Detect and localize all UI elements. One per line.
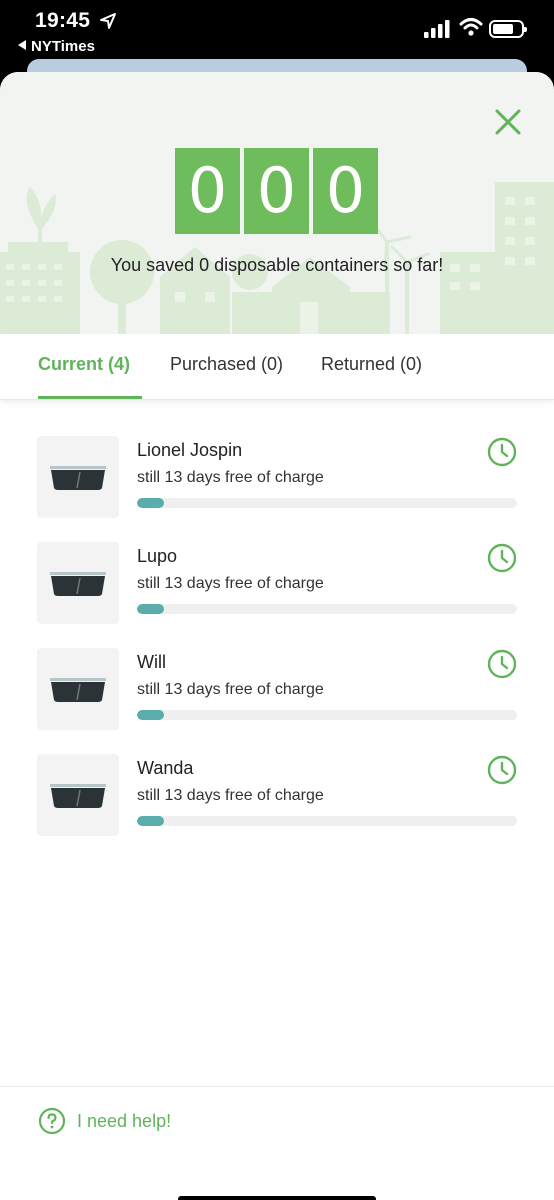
container-thumbnail	[37, 542, 119, 624]
clock-icon	[487, 437, 517, 467]
progress-fill	[137, 710, 164, 720]
battery-icon	[489, 20, 527, 38]
help-button[interactable]: I need help!	[38, 1107, 171, 1135]
free-period-progress	[137, 604, 517, 614]
wifi-icon	[459, 18, 483, 36]
container-icon	[50, 572, 106, 596]
container-name: Will	[137, 652, 166, 672]
clock-icon	[487, 649, 517, 679]
back-to-app-link[interactable]: NYTimes	[18, 38, 95, 55]
status-time: 19:45	[35, 9, 91, 32]
container-icon	[50, 466, 106, 490]
progress-fill	[137, 604, 164, 614]
tab-returned[interactable]: Returned (0)	[321, 354, 422, 375]
back-app-label: NYTimes	[31, 38, 95, 55]
container-status: still 13 days free of charge	[137, 787, 324, 804]
home-indicator[interactable]	[178, 1196, 376, 1200]
free-period-progress	[137, 498, 517, 508]
tab-current[interactable]: Current (4)	[38, 354, 130, 375]
savings-header: 0 0 0 You saved 0 disposable containers …	[0, 72, 554, 334]
container-thumbnail	[37, 648, 119, 730]
container-icon	[50, 784, 106, 808]
list-item[interactable]: Lionel Jospin still 13 days free of char…	[0, 430, 554, 536]
clock-icon	[487, 755, 517, 785]
footer: I need help!	[0, 1086, 554, 1200]
list-item[interactable]: Lupo still 13 days free of charge	[0, 536, 554, 642]
free-period-progress	[137, 710, 517, 720]
progress-fill	[137, 498, 164, 508]
close-icon[interactable]	[492, 106, 524, 138]
container-status: still 13 days free of charge	[137, 469, 324, 486]
active-tab-indicator	[38, 396, 142, 399]
saved-message: You saved 0 disposable containers so far…	[110, 255, 444, 275]
counter-digit: 0	[313, 148, 378, 234]
free-period-progress	[137, 816, 517, 826]
container-name: Lionel Jospin	[137, 440, 243, 460]
container-icon	[50, 678, 106, 702]
container-status: still 13 days free of charge	[137, 681, 324, 698]
containers-sheet: 0 0 0 You saved 0 disposable containers …	[0, 72, 554, 1200]
counter-digit: 0	[244, 148, 309, 234]
back-arrow-icon	[18, 40, 26, 50]
list-item[interactable]: Wanda still 13 days free of charge	[0, 748, 554, 854]
signal-icon	[424, 20, 450, 38]
container-thumbnail	[37, 436, 119, 518]
help-label: I need help!	[77, 1110, 172, 1131]
clock-icon	[487, 543, 517, 573]
container-name: Lupo	[137, 546, 178, 566]
help-circle-icon	[38, 1107, 66, 1135]
location-arrow-icon	[100, 13, 116, 29]
counter-digit: 0	[175, 148, 240, 234]
saved-counter: 0 0 0	[175, 148, 378, 234]
tab-bar: Current (4) Purchased (0) Returned (0)	[0, 334, 554, 400]
tab-purchased[interactable]: Purchased (0)	[170, 354, 283, 375]
container-thumbnail	[37, 754, 119, 836]
container-name: Wanda	[137, 758, 194, 778]
progress-fill	[137, 816, 164, 826]
container-list: Lionel Jospin still 13 days free of char…	[0, 430, 554, 854]
list-item[interactable]: Will still 13 days free of charge	[0, 642, 554, 748]
container-status: still 13 days free of charge	[137, 575, 324, 592]
